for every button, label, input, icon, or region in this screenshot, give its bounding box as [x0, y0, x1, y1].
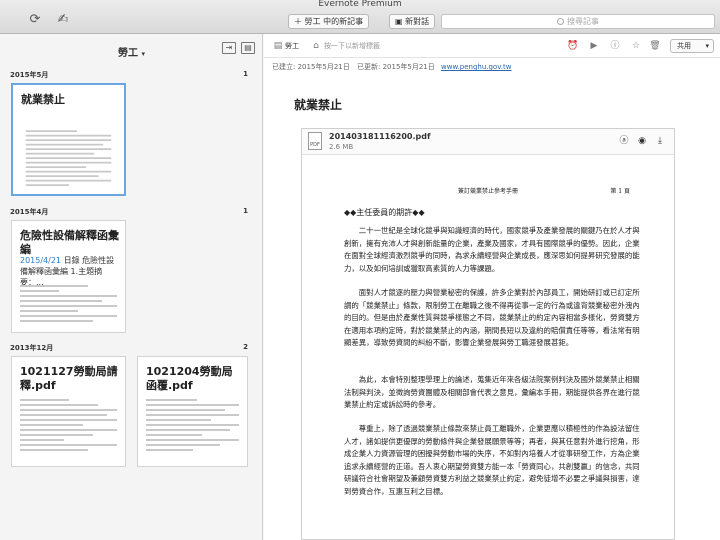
tag-icon: ⌂ [313, 41, 319, 51]
pdf-attachment: PDF 201403181116200.pdf 2.6 MB ⓐ ◉ ⤓ 簽訂競… [301, 128, 675, 540]
created-date: 已建立: 2015年5月21日 [272, 63, 350, 71]
section-label: 2015年5月 [10, 71, 49, 79]
attachment-header: PDF 201403181116200.pdf 2.6 MB ⓐ ◉ ⤓ [302, 129, 674, 155]
pdf-page-number: 第 1 頁 [610, 188, 630, 195]
note-card[interactable]: 1021204勞動局函覆.pdf [137, 356, 248, 467]
note-list: 勞工 ▾ ⇥ ▤ 2015年5月 1 就業禁止 2015年4月 1 危險性設備解… [0, 34, 263, 540]
view-icon[interactable]: ◉ [636, 135, 648, 147]
updated-date: 已更新: 2015年5月21日 [357, 63, 435, 71]
note-editor: ▤ 勞工 ⌂ 按一下以新增標籤 ⏰ ▶ ⓘ ☆ 🗑 共用 ▾ 已建立: 2015… [264, 34, 720, 540]
tag-input[interactable]: 按一下以新增標籤 [324, 40, 380, 52]
download-icon[interactable]: ⤓ [654, 135, 666, 147]
info-icon[interactable]: ⓘ [609, 40, 621, 52]
note-list-header: 勞工 ▾ ⇥ ▤ [0, 34, 263, 64]
trash-icon[interactable]: 🗑 [649, 40, 661, 52]
note-card-title: 1021127勞動局請釋.pdf [20, 365, 118, 392]
chat-icon: ▣ [395, 17, 406, 26]
attachment-filename: 201403181116200.pdf [329, 132, 431, 141]
pdf-paragraph: 面對人才競逐的壓力與營業秘密的保護，許多企業對於內部員工，開始研訂或已訂定所謂的… [344, 288, 640, 348]
shortcut-icon[interactable]: ☆ [630, 40, 642, 52]
section-count: 2 [243, 343, 248, 351]
annotate-icon[interactable]: ⓐ [618, 135, 630, 147]
note-card[interactable]: 危險性設備解釋函彙編 2015/4/21 日錄 危險性設備解釋函彙編 1.主題摘… [11, 220, 126, 333]
attachment-size: 2.6 MB [329, 143, 354, 151]
new-chat-button[interactable]: ▣ 新對話 [389, 14, 436, 29]
search-icon [557, 18, 564, 25]
activity-icon[interactable]: ✍ [55, 12, 71, 28]
note-card[interactable]: 1021127勞動局請釋.pdf [11, 356, 126, 467]
view-options-icon[interactable]: ▤ [241, 42, 255, 54]
note-card-title: 危險性設備解釋函彙編 [20, 229, 119, 256]
pdf-paragraph: 為此，本會特別整理學理上的論述，蒐集近年來各級法院案例判決及國外競業禁止相關法制… [344, 375, 640, 410]
share-button[interactable]: 共用 ▾ [670, 39, 714, 53]
note-card-selected[interactable]: 就業禁止 [11, 83, 126, 196]
section-count: 1 [243, 207, 248, 215]
note-card-snippet: 2015/4/21 日錄 危險性設備解釋函彙編 1.主題摘要：... [20, 256, 115, 287]
new-note-button[interactable]: ＋ 勞工 中的新記事 [288, 14, 370, 29]
pdf-file-icon: PDF [308, 132, 322, 150]
search-input[interactable]: 搜尋記事 [441, 14, 715, 29]
note-card-title: 就業禁止 [21, 93, 65, 106]
title-bar: Evernote Premium ⟳ ✍ ＋ 勞工 中的新記事 ▣ 新對話 搜尋… [0, 0, 720, 34]
chevron-down-icon: ▾ [141, 50, 145, 58]
note-title[interactable]: 就業禁止 [294, 96, 342, 113]
plus-icon: ＋ [294, 17, 305, 26]
note-thumbnail [146, 399, 239, 454]
reminder-icon[interactable]: ⏰ [567, 40, 579, 52]
note-toolbar: ▤ 勞工 ⌂ 按一下以新增標籤 ⏰ ▶ ⓘ ☆ 🗑 共用 ▾ [264, 34, 720, 58]
note-thumbnail [20, 285, 117, 325]
sync-icon[interactable]: ⟳ [27, 12, 43, 28]
source-url-link[interactable]: www.penghu.gov.tw [441, 62, 512, 72]
section-label: 2015年4月 [10, 208, 49, 216]
pdf-paragraph: 二十一世紀是全球化競爭與知識經濟的時代，國家競爭及產業發展的關鍵乃在於人才與創新… [344, 226, 640, 273]
section-label: 2013年12月 [10, 344, 54, 352]
chevron-down-icon: ▾ [705, 42, 709, 50]
pdf-page-preview[interactable]: 簽訂競業禁止參考手冊 第 1 頁 ◆◆主任委員的期許◆◆ 二十一世紀是全球化競爭… [302, 156, 674, 540]
section-count: 1 [243, 70, 248, 78]
export-icon[interactable]: ⇥ [222, 42, 236, 54]
pdf-paragraph: 尊重上，除了透過競業禁止條款來禁止員工離職外，企業更應以積極性的作為設法留住人才… [344, 424, 640, 496]
present-icon[interactable]: ▶ [588, 40, 600, 52]
notebook-label[interactable]: 勞工 [285, 40, 299, 52]
pdf-section-heading: ◆◆主任委員的期許◆◆ [344, 208, 425, 217]
note-thumbnail [25, 130, 112, 189]
notebook-icon: ▤ [273, 41, 283, 51]
note-thumbnail [20, 399, 117, 454]
window-title: Evernote Premium [318, 0, 402, 9]
note-card-title: 1021204勞動局函覆.pdf [146, 365, 233, 392]
